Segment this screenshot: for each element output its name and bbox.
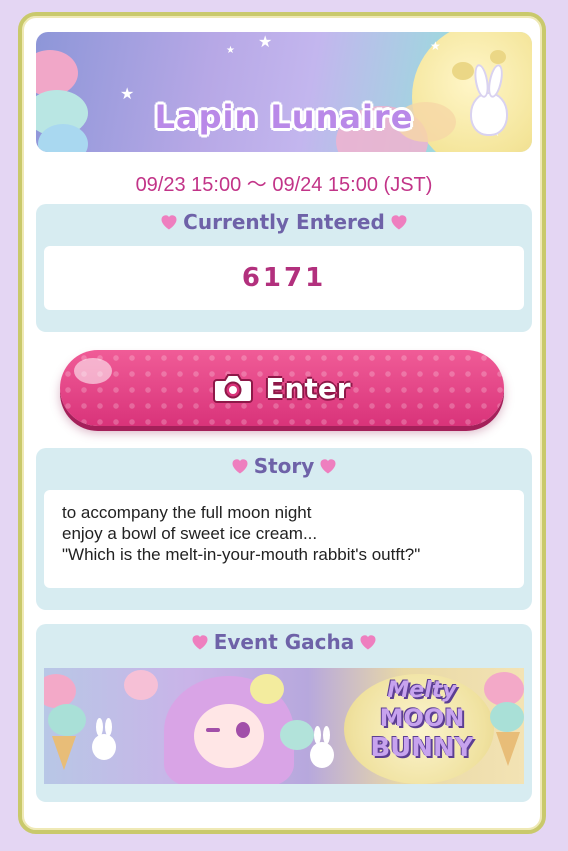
event-banner: ★ ★ ★ ★ ★ Lapin Lunaire <box>36 32 532 152</box>
ice-cream-scoop <box>124 670 158 700</box>
character-face <box>194 704 264 768</box>
gacha-heading: Event Gacha <box>36 630 532 654</box>
entries-heading: Currently Entered <box>36 210 532 234</box>
enter-button[interactable]: Enter <box>60 350 504 426</box>
enter-button-label: Enter <box>265 371 351 405</box>
star-icon: ★ <box>226 45 235 56</box>
gacha-logo-line: BUNNY <box>370 733 474 763</box>
banner-title: Lapin Lunaire <box>154 98 414 136</box>
story-heading-text: Story <box>253 454 315 478</box>
gacha-logo-line: MOON <box>379 704 465 732</box>
camera-icon <box>213 372 254 404</box>
ice-cream-scoop <box>250 674 284 704</box>
gacha-logo: Melty MOON BUNNY <box>352 678 492 764</box>
ice-cream-scoop <box>48 704 86 736</box>
ice-cream-scoop <box>44 674 76 708</box>
entries-count-box: 6171 <box>44 246 524 310</box>
bunny-illustration <box>310 726 334 768</box>
heart-icon <box>389 212 409 232</box>
gacha-logo-line: Melty <box>387 678 457 703</box>
story-heading: Story <box>36 454 532 478</box>
story-line: "Which is the melt-in-your-mouth rabbit'… <box>62 545 421 564</box>
bunny-illustration <box>92 718 116 760</box>
entries-panel: Currently Entered 6171 <box>36 204 532 332</box>
star-icon: ★ <box>258 32 273 51</box>
story-panel: Story to accompany the full moon night e… <box>36 448 532 610</box>
character-eye <box>206 728 220 732</box>
gacha-panel: Event Gacha Melty MOON BUNNY <box>36 624 532 802</box>
event-period: 09/23 15:00 ～ 09/24 15:00 (JST) <box>135 174 433 196</box>
character-eye <box>236 722 250 738</box>
gacha-banner[interactable]: Melty MOON BUNNY <box>44 668 524 784</box>
entries-count: 6171 <box>241 263 327 293</box>
ice-cream-scoop <box>484 672 524 706</box>
star-icon: ★ <box>430 39 441 53</box>
ice-cream-cone <box>52 736 76 770</box>
button-gloss <box>74 358 112 384</box>
entries-heading-text: Currently Entered <box>183 210 385 234</box>
gacha-heading-text: Event Gacha <box>213 630 355 654</box>
story-box: to accompany the full moon night enjoy a… <box>44 490 524 588</box>
story-text: to accompany the full moon night enjoy a… <box>44 490 524 577</box>
heart-icon <box>159 212 179 232</box>
ice-cream-scoop <box>280 720 314 750</box>
ice-cream-scoop <box>490 702 524 732</box>
heart-icon <box>358 632 378 652</box>
ice-cream-cone <box>496 732 520 766</box>
heart-icon <box>318 456 338 476</box>
story-line: to accompany the full moon night <box>62 503 312 522</box>
heart-icon <box>190 632 210 652</box>
story-line: enjoy a bowl of sweet ice cream... <box>62 524 318 543</box>
heart-icon <box>230 456 250 476</box>
